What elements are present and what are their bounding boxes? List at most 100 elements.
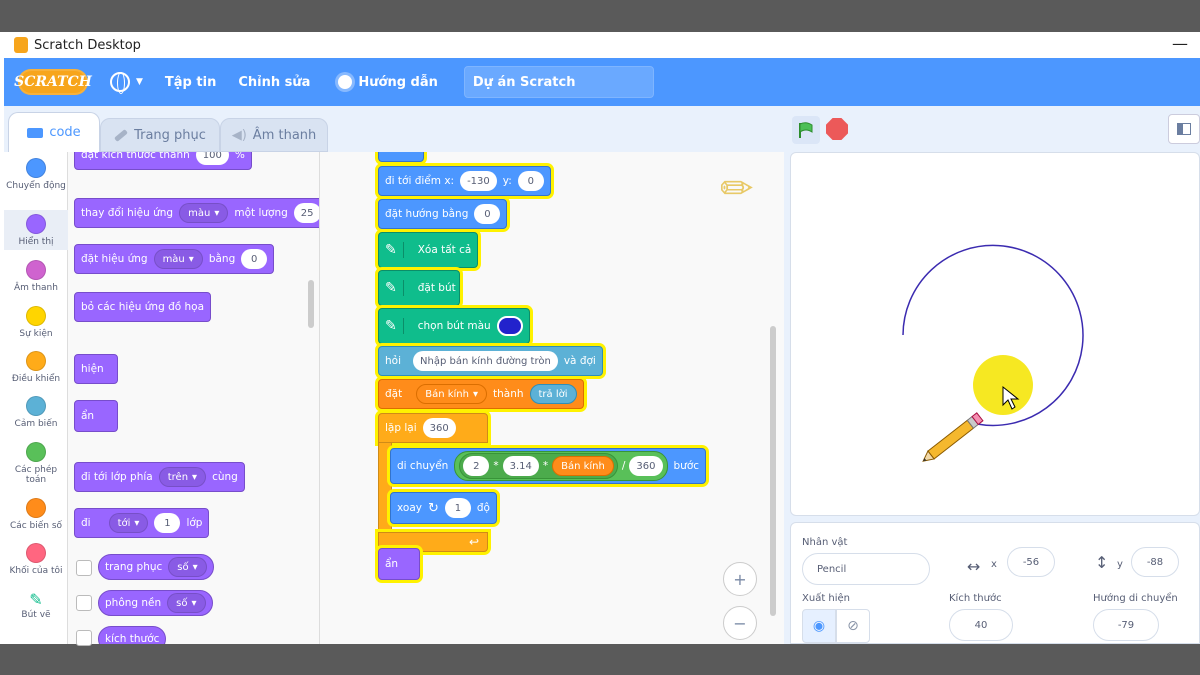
block-move-steps[interactable]: di chuyển 2 * 3.14 * Bán kính / 360 bước	[390, 448, 707, 484]
app-icon	[14, 37, 28, 53]
category-events[interactable]: Sự kiện	[4, 306, 68, 346]
x-input[interactable]: -130	[460, 171, 497, 191]
size-checkbox[interactable]	[76, 630, 92, 646]
backdrop-checkbox[interactable]	[76, 595, 92, 611]
category-operators[interactable]: Các phép toán	[4, 442, 68, 488]
block-pen-clear[interactable]: ✎ Xóa tất cả	[378, 232, 478, 268]
block-set-effect[interactable]: đặt hiệu ứng màu ▾ bằng 0	[74, 244, 275, 274]
tab-sounds[interactable]: ◀) Âm thanh	[220, 118, 328, 152]
stage-layout-button[interactable]	[1168, 114, 1200, 144]
block-show[interactable]: hiện	[74, 354, 118, 384]
block-turn-right[interactable]: xoay ↻ 1 độ	[390, 492, 497, 524]
effect-dropdown[interactable]: màu ▾	[153, 249, 203, 269]
language-menu[interactable]: ▼	[110, 72, 143, 94]
block-set-pen-color[interactable]: ✎ chọn bút màu	[378, 308, 530, 344]
category-sensing[interactable]: Cảm biến	[4, 396, 68, 436]
operator-divide[interactable]: 2 * 3.14 * Bán kính / 360	[454, 451, 668, 481]
block-clear-effects[interactable]: bỏ các hiệu ứng đồ họa	[74, 292, 212, 322]
sound-dot	[26, 260, 46, 280]
block-input[interactable]: 1	[154, 513, 181, 533]
file-menu[interactable]: Tập tin	[165, 75, 216, 90]
reporter-costume[interactable]: trang phục số ▾	[98, 554, 214, 580]
zoom-out-button[interactable]: −	[723, 606, 757, 640]
direction-input[interactable]: -79	[1093, 609, 1159, 641]
control-dot	[26, 351, 46, 371]
repeat-count-input[interactable]: 360	[422, 418, 456, 438]
category-label: Âm thanh	[14, 283, 58, 293]
project-title-input[interactable]: Dự án Scratch	[463, 66, 654, 98]
y-position-input[interactable]: -88	[1131, 547, 1179, 577]
x-position-input[interactable]: -56	[1007, 547, 1055, 577]
minimize-button[interactable]: —	[1172, 34, 1188, 53]
chevron-down-icon: ▾	[192, 471, 198, 483]
block-ask-and-wait[interactable]: hỏi Nhập bán kính đường tròn và đợi	[378, 346, 603, 376]
partial-top-block[interactable]	[378, 152, 424, 162]
backdrop-dropdown[interactable]: số ▾	[167, 593, 206, 613]
costume-dropdown[interactable]: số ▾	[168, 557, 207, 577]
operator-sign: *	[493, 460, 499, 472]
workspace-scrollbar[interactable]	[770, 326, 776, 616]
block-go-to-xy[interactable]: đi tới điểm x: -130 y: 0	[378, 166, 551, 196]
operator-multiply[interactable]: 2 * 3.14 * Bán kính	[459, 453, 618, 479]
category-menu: Chuyển động Hiển thị Âm thanh Sự kiện Đi…	[4, 152, 68, 644]
zoom-in-button[interactable]: +	[723, 562, 757, 596]
tab-code[interactable]: code	[8, 112, 100, 152]
category-label: Các biến số	[9, 521, 63, 531]
stage-canvas[interactable]	[790, 152, 1200, 516]
category-motion[interactable]: Chuyển động	[4, 158, 68, 202]
number-input[interactable]: 3.14	[502, 456, 539, 476]
category-sound[interactable]: Âm thanh	[4, 260, 68, 300]
y-arrows-icon: ↕	[1095, 553, 1109, 572]
size-input[interactable]: 40	[949, 609, 1013, 641]
tutorials-menu[interactable]: Hướng dẫn	[338, 75, 438, 90]
edit-menu[interactable]: Chỉnh sửa	[238, 75, 310, 90]
block-set-variable[interactable]: đặt Bán kính ▾ thành trả lời	[378, 379, 584, 409]
category-control[interactable]: Điều khiển	[4, 351, 68, 391]
category-variables[interactable]: Các biến số	[4, 498, 68, 538]
block-pen-down[interactable]: ✎ đặt bút	[378, 270, 460, 306]
block-go-layers[interactable]: đi tới ▾ 1 lớp	[74, 508, 210, 538]
tab-costumes[interactable]: Trang phục	[100, 118, 220, 152]
pen-icon: ✎	[385, 318, 404, 334]
block-change-effect[interactable]: thay đổi hiệu ứng màu ▾ một lượng 25	[74, 198, 319, 228]
variable-dropdown[interactable]: Bán kính ▾	[416, 384, 487, 404]
block-repeat[interactable]: lặp lại 360	[378, 413, 488, 443]
block-hide[interactable]: ẩn	[74, 400, 118, 432]
direction-dropdown[interactable]: tới ▾	[108, 513, 149, 533]
layer-dropdown[interactable]: trên ▾	[158, 467, 207, 487]
block-palette: đặt kích thước thành 100 % thay đổi hiệu…	[68, 152, 320, 644]
pencil-sprite-watermark: ✏	[720, 166, 754, 212]
category-looks[interactable]: Hiển thị	[4, 210, 68, 250]
category-pen[interactable]: ✎ Bút vẽ	[4, 590, 68, 630]
block-point-direction[interactable]: đặt hướng bằng 0	[378, 199, 508, 229]
green-flag-button[interactable]	[792, 116, 820, 144]
costume-checkbox[interactable]	[76, 560, 92, 576]
script-area[interactable]: đi tới điểm x: -130 y: 0 đặt hướng bằng …	[320, 152, 784, 644]
number-input[interactable]: 360	[629, 456, 663, 476]
block-input[interactable]: 25	[293, 203, 319, 223]
palette-scrollbar[interactable]	[308, 280, 314, 328]
block-hide-sprite[interactable]: ẩn	[378, 548, 420, 580]
block-input[interactable]: 0	[241, 249, 268, 269]
scratch-logo[interactable]: SCRATCH	[14, 69, 92, 95]
block-go-to-layer[interactable]: đi tới lớp phía trên ▾ cùng	[74, 462, 245, 492]
pencil-sprite[interactable]	[920, 412, 984, 465]
question-input[interactable]: Nhập bán kính đường tròn	[413, 351, 558, 371]
direction-input[interactable]: 0	[474, 204, 501, 224]
effect-dropdown[interactable]: màu ▾	[179, 203, 229, 223]
show-sprite-button[interactable]: ◉	[802, 609, 836, 643]
block-input[interactable]: 100	[195, 152, 229, 165]
block-set-size[interactable]: đặt kích thước thành 100 %	[74, 152, 252, 170]
y-input[interactable]: 0	[517, 171, 544, 191]
block-text: độ	[476, 502, 490, 514]
radius-variable[interactable]: Bán kính	[552, 456, 614, 476]
color-picker[interactable]	[496, 316, 523, 336]
answer-reporter[interactable]: trả lời	[529, 384, 577, 404]
reporter-size[interactable]: kích thước	[98, 626, 167, 644]
sprite-name-input[interactable]: Pencil	[802, 553, 930, 585]
hide-sprite-button[interactable]: ⊘	[836, 609, 870, 643]
category-myblocks[interactable]: Khối của tôi	[4, 543, 68, 583]
degrees-input[interactable]: 1	[444, 498, 471, 518]
number-input[interactable]: 2	[463, 456, 490, 476]
reporter-backdrop[interactable]: phông nền số ▾	[98, 590, 213, 616]
